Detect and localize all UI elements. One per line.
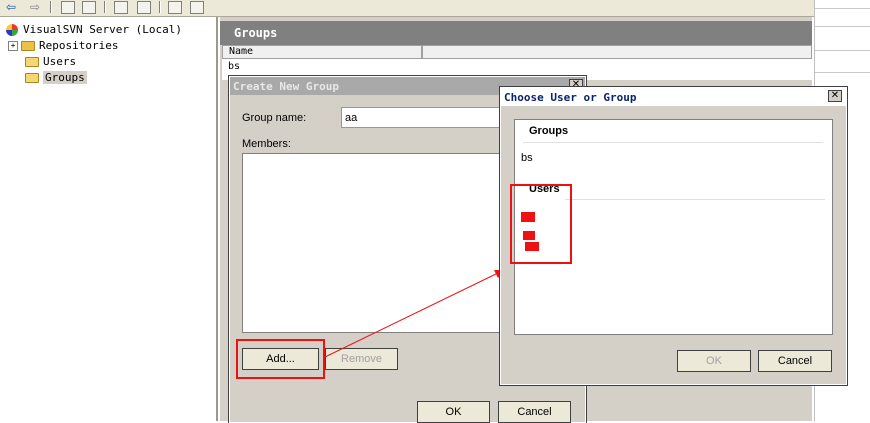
close-icon[interactable]: ✕ [828, 90, 842, 102]
dialog-title: Choose User or Group [501, 88, 846, 106]
groups-header: Groups [529, 125, 569, 137]
group-item[interactable]: bs [521, 152, 533, 164]
cancel-button[interactable]: Cancel [758, 350, 832, 372]
divider [565, 199, 825, 200]
ok-button-label: OK [706, 355, 722, 367]
ok-button: OK [677, 350, 751, 372]
divider [523, 142, 823, 143]
arrow-line [324, 271, 501, 358]
annotation-box-users [510, 184, 572, 264]
cancel-button-label: Cancel [777, 355, 813, 367]
